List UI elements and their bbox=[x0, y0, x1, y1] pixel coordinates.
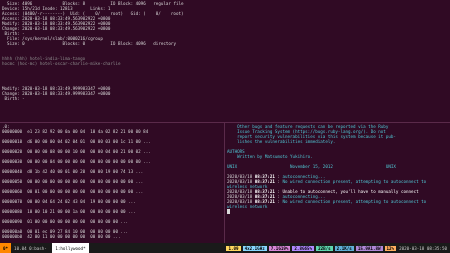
window-tab-hollywood[interactable]: 1:hollywood* bbox=[52, 243, 89, 253]
pane-divider-horizontal[interactable] bbox=[0, 122, 450, 123]
status-indicator: 4x2.1GHz bbox=[242, 245, 267, 251]
stat-birth-line-2: Birth: - bbox=[2, 96, 25, 101]
log-line: 2020/03/18 08:37:21 : No wired connectio… bbox=[227, 199, 448, 209]
pane-divider-vertical[interactable] bbox=[224, 123, 225, 243]
window-tab-bash[interactable]: 10.04 0:bash- bbox=[11, 243, 52, 253]
status-indicator: 12% bbox=[384, 245, 397, 251]
status-indicator: 15.9A1.8W bbox=[355, 245, 383, 251]
tmux-status-bar: 0* 10.04 0:bash- 1:hollywood* 1.09 4x2.1G… bbox=[0, 243, 450, 253]
status-indicator: 22B/s bbox=[316, 245, 333, 251]
status-indicator: 2.1K/s bbox=[334, 245, 354, 251]
hexdump-pane[interactable]: .0: 00000000 e1 23 82 92 00 0a 00 04 10 … bbox=[2, 124, 222, 242]
hexdump-line: 000000b0 42 00 11 00 00 00 00 00 00 00 0… bbox=[2, 234, 121, 239]
log-pane[interactable]: Other bugs and feature requests can be r… bbox=[227, 124, 448, 242]
status-indicator: 1.09 bbox=[226, 245, 241, 251]
terminal-cursor bbox=[227, 209, 230, 214]
status-indicator: 2.8G65% bbox=[292, 245, 315, 251]
top-terminal-pane[interactable]: Size: 4096 Blocks: 8 IO Block: 4096 regu… bbox=[2, 1, 448, 121]
log-list: 2020/03/18 08:37:21 : autoconnecting... 2… bbox=[227, 174, 448, 209]
status-indicator: 7.1G19% bbox=[268, 245, 291, 251]
log-line: 2020/03/18 08:37:21 : No wired connectio… bbox=[227, 179, 448, 189]
session-number[interactable]: 0* bbox=[0, 243, 12, 253]
clock: 2020-03-18 08:35:50 bbox=[399, 245, 447, 251]
